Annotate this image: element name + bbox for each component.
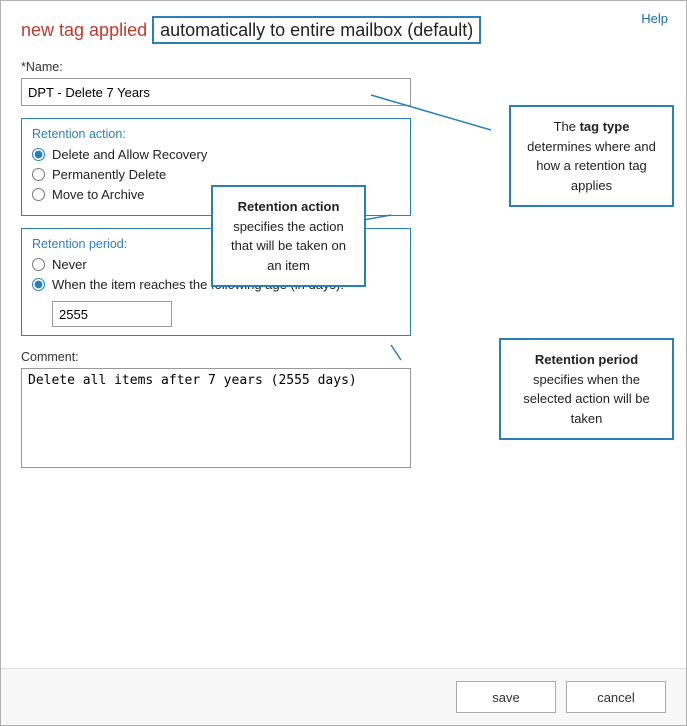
- retention-period-tooltip-text: Retention period specifies when the sele…: [523, 352, 649, 426]
- header-highlight: automatically to entire mailbox (default…: [152, 16, 481, 44]
- dialog-footer: save cancel: [1, 668, 686, 725]
- retention-action-option-1: Permanently Delete: [32, 167, 400, 182]
- retention-action-radio-0[interactable]: [32, 148, 45, 161]
- dialog: Help new tag applied automatically to en…: [0, 0, 687, 726]
- save-button[interactable]: save: [456, 681, 556, 713]
- dialog-header: new tag applied automatically to entire …: [1, 1, 686, 50]
- retention-period-age-input[interactable]: [52, 301, 172, 327]
- cancel-button[interactable]: cancel: [566, 681, 666, 713]
- tag-type-tooltip: The tag type determines where and how a …: [509, 105, 674, 207]
- retention-period-radio-never[interactable]: [32, 258, 45, 271]
- comment-textarea[interactable]: Delete all items after 7 years (2555 day…: [21, 368, 411, 468]
- name-label: *Name:: [21, 60, 666, 74]
- retention-action-label-0: Delete and Allow Recovery: [52, 147, 207, 162]
- retention-action-radio-2[interactable]: [32, 188, 45, 201]
- retention-action-tooltip-text: Retention action specifies the action th…: [231, 199, 346, 273]
- retention-period-tooltip: Retention period specifies when the sele…: [499, 338, 674, 440]
- tag-type-tooltip-text: The tag type determines where and how a …: [527, 119, 656, 193]
- retention-period-never-label: Never: [52, 257, 87, 272]
- name-input[interactable]: [21, 78, 411, 106]
- retention-action-title: Retention action:: [32, 127, 400, 141]
- header-prefix: new tag applied: [21, 20, 152, 40]
- retention-action-radio-1[interactable]: [32, 168, 45, 181]
- help-link[interactable]: Help: [641, 11, 668, 26]
- retention-action-tooltip: Retention action specifies the action th…: [211, 185, 366, 287]
- retention-action-option-0: Delete and Allow Recovery: [32, 147, 400, 162]
- retention-action-label-2: Move to Archive: [52, 187, 145, 202]
- retention-period-radio-age[interactable]: [32, 278, 45, 291]
- dialog-body: *Name: Retention action: Delete and Allo…: [1, 50, 686, 668]
- retention-action-label-1: Permanently Delete: [52, 167, 166, 182]
